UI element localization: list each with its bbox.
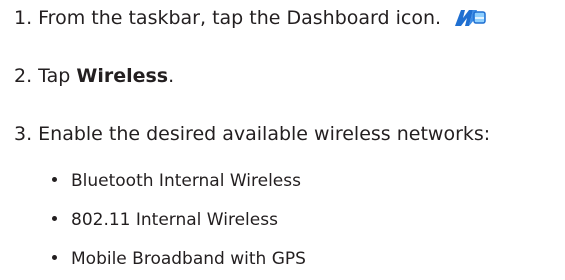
dashboard-icon [453,6,487,28]
bullet-icon [52,176,57,182]
step-1: 1. From the taskbar, tap the Dashboard ic… [14,6,487,30]
step-text: Enable the desired available wireless ne… [38,123,491,145]
list-item-text: 802.11 Internal Wireless [71,210,278,230]
list-item: Mobile Broadband with GPS [52,248,306,270]
step-number: 1. [14,7,33,29]
step-number: 2. [14,65,33,87]
list-item-text: Mobile Broadband with GPS [71,249,306,269]
step-2: 2. Tap Wireless. [14,64,174,88]
list-item: Bluetooth Internal Wireless [52,170,301,192]
instruction-steps: 1. From the taskbar, tap the Dashboard ic… [0,0,565,280]
step-text-suffix: . [168,65,175,87]
wireless-label: Wireless [76,65,169,87]
step-text: From the taskbar, tap the Dashboard icon… [38,7,442,29]
bullet-icon [52,215,57,221]
bullet-icon [52,254,57,260]
list-item-text: Bluetooth Internal Wireless [71,171,301,191]
step-3: 3. Enable the desired available wireless … [14,122,490,146]
step-text-prefix: Tap [38,65,77,87]
step-number: 3. [14,123,33,145]
list-item: 802.11 Internal Wireless [52,209,278,231]
